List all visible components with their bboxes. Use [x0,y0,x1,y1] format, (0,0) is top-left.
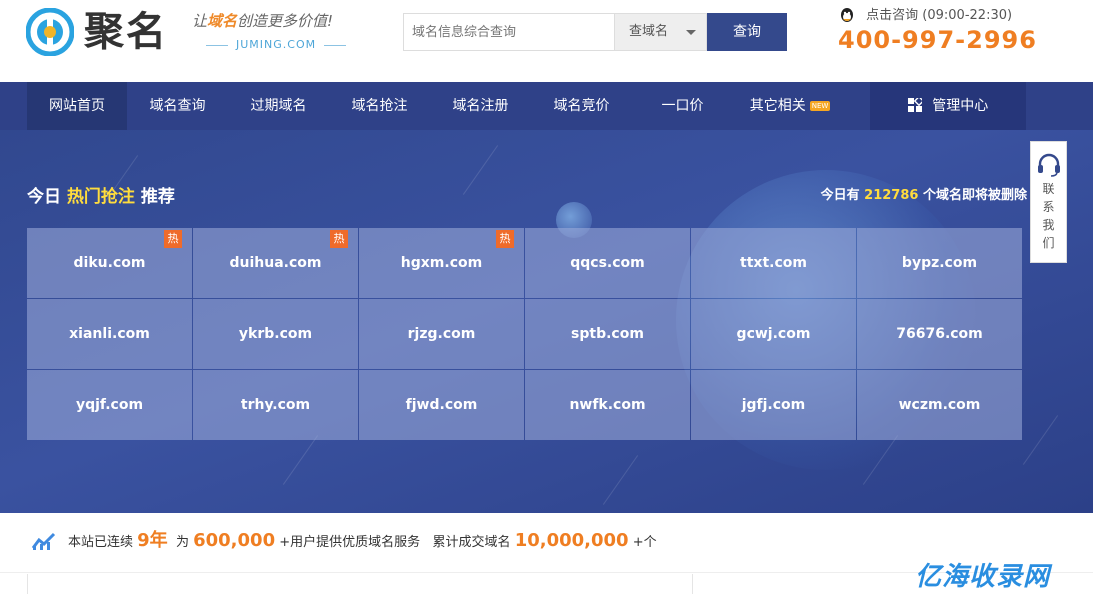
nav-item-snapback[interactable]: 域名抢注 [329,82,430,130]
domain-cell[interactable]: rjzg.com [359,299,524,369]
domain-name: wczm.com [898,397,981,413]
domain-name: diku.com [73,255,146,271]
domain-cell[interactable]: ykrb.com [193,299,358,369]
consult-link[interactable]: 点击咨询 (09:00-22:30) [838,4,1012,25]
domain-name: xianli.com [69,326,150,342]
hot-domain-banner: 今日 热门抢注 推荐 今日有 212786 个域名即将被删除 diku.com 热… [0,130,1093,513]
domain-cell[interactable]: hgxm.com 热 [359,228,524,298]
site-logo[interactable]: 聚名 让域名创造更多价值! JUMING.COM [26,8,366,58]
watermark: 亿海收录网 [915,562,1051,592]
domain-name: duihua.com [229,255,322,271]
search-type-select[interactable]: 查域名 [614,13,707,51]
main-nav: 网站首页 域名查询 过期域名 域名抢注 域名注册 域名竞价 一口价 其它相关 NE… [0,82,1093,130]
divider [27,574,28,594]
logo-domain: JUMING.COM [198,38,354,51]
domain-cell[interactable]: gcwj.com [691,299,856,369]
domain-name: fjwd.com [405,397,478,413]
stats-deals: 10,000,000 [514,530,629,551]
rain-decoration [462,145,499,195]
manage-center-button[interactable]: 管理中心 [870,82,1026,130]
domain-cell[interactable]: nwfk.com [525,370,690,440]
nav-item-home[interactable]: 网站首页 [27,82,127,130]
search-box: 查域名 查询 [403,13,787,51]
domain-name: yqjf.com [75,397,144,413]
rain-decoration [602,455,639,505]
stats-text: 本站已连续 9年 为 600,000 +用户提供优质域名服务 累计成交域名 10… [68,530,657,551]
contact-label: 联系我们 [1042,182,1055,250]
domain-name: 76676.com [896,326,983,342]
domain-cell[interactable]: bypz.com [857,228,1022,298]
domain-name: trhy.com [240,397,311,413]
domain-cell[interactable]: jgfj.com [691,370,856,440]
consult-label: 点击咨询 [866,8,919,23]
rain-decoration [1022,415,1059,465]
nav-item-fixed-price[interactable]: 一口价 [632,82,733,130]
search-button[interactable]: 查询 [707,13,787,51]
hot-badge: 热 [330,230,348,248]
headset-icon [1037,153,1060,177]
nav-item-expired[interactable]: 过期域名 [228,82,329,130]
domain-name: jgfj.com [741,397,806,413]
domain-name: nwfk.com [569,397,646,413]
domain-cell[interactable]: wczm.com [857,370,1022,440]
deletion-count: 今日有 212786 个域名即将被删除 [820,188,1027,203]
rain-decoration [282,435,319,485]
domain-cell[interactable]: qqcs.com [525,228,690,298]
stats-years: 9年 [137,530,168,551]
site-header: 聚名 让域名创造更多价值! JUMING.COM 查域名 查询 点击咨询 (09… [0,0,1093,82]
nav-item-register[interactable]: 域名注册 [430,82,531,130]
nav-item-other[interactable]: 其它相关 NEW [733,82,847,130]
chevron-down-icon [686,30,696,35]
nav-item-auction[interactable]: 域名竞价 [531,82,632,130]
domain-name: ykrb.com [238,326,313,342]
search-input[interactable] [403,13,615,51]
domain-name: qqcs.com [570,255,645,271]
domain-grid: diku.com 热 duihua.com 热 hgxm.com 热 qqcs.com ttx… [27,228,1022,440]
stats-users: 600,000 [193,530,276,551]
qq-icon [841,7,853,22]
hot-badge: 热 [164,230,182,248]
new-badge: NEW [809,101,831,111]
domain-cell[interactable]: yqjf.com [27,370,192,440]
contact-us-button[interactable]: 联系我们 [1030,141,1067,263]
domain-cell[interactable]: xianli.com [27,299,192,369]
logo-name: 聚名 [84,9,168,55]
domain-name: hgxm.com [400,255,483,271]
domain-name: bypz.com [901,255,978,271]
domain-cell[interactable]: trhy.com [193,370,358,440]
domain-name: rjzg.com [407,326,476,342]
domain-cell[interactable]: 76676.com [857,299,1022,369]
hot-badge: 热 [496,230,514,248]
domain-name: ttxt.com [740,255,807,271]
slogan: 让域名创造更多价值! [192,12,334,30]
domain-name: gcwj.com [736,326,811,342]
domain-cell[interactable]: duihua.com 热 [193,228,358,298]
nav-item-domain-search[interactable]: 域名查询 [127,82,228,130]
domain-cell[interactable]: ttxt.com [691,228,856,298]
consult-hours: (09:00-22:30) [922,8,1013,23]
domain-name: sptb.com [571,326,644,342]
divider [692,574,693,594]
hot-title: 今日 热门抢注 推荐 [27,187,175,207]
trend-chart-icon [32,532,56,550]
grid-icon [907,95,924,112]
logo-mark-icon [26,8,74,56]
domain-cell[interactable]: sptb.com [525,299,690,369]
domain-cell[interactable]: diku.com 热 [27,228,192,298]
phone-number: 400-997-2996 [838,26,1037,54]
domain-cell[interactable]: fjwd.com [359,370,524,440]
